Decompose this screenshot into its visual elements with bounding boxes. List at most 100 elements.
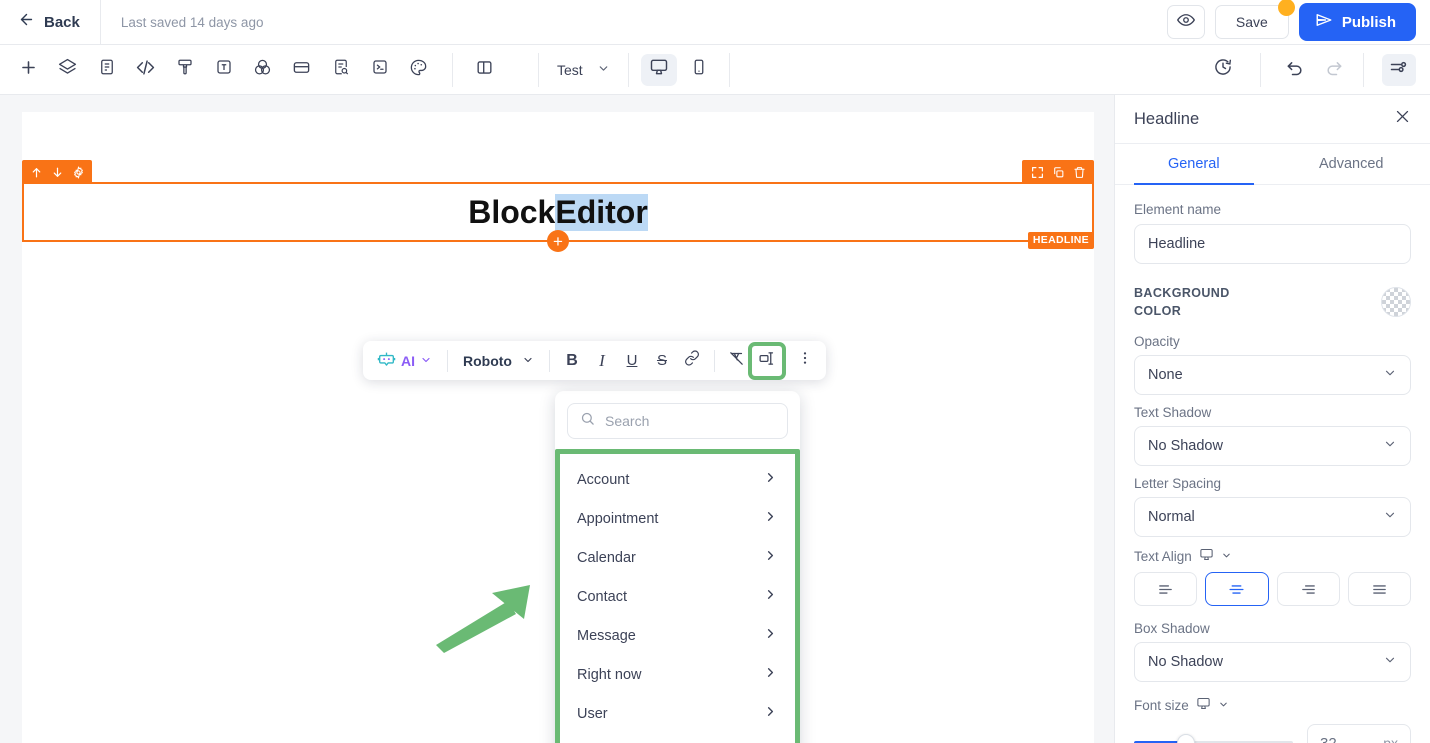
container-button[interactable] (282, 52, 321, 88)
dropdown-item-calendar[interactable]: Calendar (560, 538, 795, 577)
font-size-input[interactable]: 32 px (1307, 724, 1411, 743)
split-panel-button[interactable] (465, 52, 504, 88)
close-panel-button[interactable] (1394, 108, 1411, 130)
last-saved-text: Last saved 14 days ago (120, 14, 264, 30)
font-size-slider[interactable] (1134, 733, 1293, 743)
duplicate-button[interactable] (1048, 162, 1068, 182)
opacity-label: Opacity (1134, 334, 1180, 349)
tab-advanced[interactable]: Advanced (1273, 144, 1430, 184)
bold-icon: B (566, 351, 578, 369)
divider (452, 52, 453, 87)
block-handle-right (1022, 160, 1094, 184)
element-name-input[interactable]: Headline (1134, 224, 1411, 264)
settings-panel-button[interactable] (1382, 53, 1416, 86)
history-button[interactable] (1203, 52, 1242, 88)
font-size-value: 32 (1320, 734, 1337, 743)
clear-format-button[interactable] (722, 346, 752, 376)
document-button[interactable] (87, 52, 126, 88)
mobile-icon (690, 58, 708, 81)
palette-button[interactable] (399, 52, 438, 88)
desktop-view-button[interactable] (640, 53, 677, 86)
view-mode-select[interactable]: Test (539, 62, 628, 78)
headline-selected-text: Editor (555, 193, 648, 231)
dropdown-item-campaign[interactable]: Campaign (560, 733, 795, 743)
divider (1363, 52, 1364, 87)
link-button[interactable] (677, 346, 707, 376)
terminal-icon (371, 58, 389, 81)
dropdown-item-account[interactable]: Account (560, 460, 795, 499)
dropdown-item-label: Right now (577, 666, 642, 683)
move-down-button[interactable] (47, 162, 67, 182)
dropdown-item-label: Appointment (577, 510, 659, 527)
search-input[interactable] (605, 413, 775, 429)
divider (1260, 52, 1261, 87)
letter-spacing-field: Letter Spacing Normal (1134, 476, 1411, 537)
italic-button[interactable]: I (587, 346, 617, 376)
save-button[interactable]: Save (1214, 0, 1295, 39)
dropdown-item-right-now[interactable]: Right now (560, 655, 795, 694)
font-size-controls: 32 px (1134, 724, 1411, 743)
opacity-value: None (1148, 367, 1183, 383)
text-box-button[interactable] (204, 52, 243, 88)
eye-icon (1176, 11, 1195, 34)
chevron-down-icon[interactable] (1218, 698, 1229, 713)
dropdown-item-contact[interactable]: Contact (560, 577, 795, 616)
chevron-down-icon (1383, 366, 1397, 384)
strikethrough-button[interactable]: S (647, 346, 677, 376)
desktop-icon[interactable] (1196, 696, 1211, 714)
terminal-button[interactable] (360, 52, 399, 88)
desktop-icon[interactable] (1199, 547, 1214, 565)
background-color-swatch[interactable] (1381, 287, 1411, 317)
trash-button[interactable] (1069, 162, 1089, 182)
align-justify-button[interactable] (1347, 572, 1411, 606)
form-search-button[interactable] (321, 52, 360, 88)
font-family-select[interactable]: Roboto (455, 353, 542, 369)
opacity-select[interactable]: None (1134, 355, 1411, 395)
align-center-button[interactable] (1205, 572, 1269, 606)
selected-block-headline[interactable]: Block Editor HEADLINE + (22, 160, 1094, 252)
box-shadow-select[interactable]: No Shadow (1134, 642, 1411, 682)
tab-general[interactable]: General (1115, 144, 1273, 185)
merge-tag-button[interactable] (747, 341, 786, 380)
annotation-arrow (436, 585, 530, 653)
ai-button[interactable]: AI (369, 350, 440, 372)
preview-button[interactable] (1166, 5, 1205, 39)
mobile-view-button[interactable] (681, 54, 717, 86)
add-element-button[interactable] (9, 52, 48, 88)
dropdown-search-box[interactable] (567, 403, 788, 439)
move-up-button[interactable] (26, 162, 46, 182)
undo-button[interactable] (1275, 52, 1314, 88)
layers-button[interactable] (48, 52, 87, 88)
align-left-button[interactable] (1134, 572, 1198, 606)
history-icon (1213, 57, 1233, 82)
letter-spacing-select[interactable]: Normal (1134, 497, 1411, 537)
chevron-down-icon[interactable] (1221, 549, 1232, 564)
panel-tabs: General Advanced (1115, 144, 1430, 185)
align-right-button[interactable] (1276, 572, 1340, 606)
panel-header: Headline (1115, 95, 1430, 144)
add-block-below-button[interactable]: + (547, 230, 569, 252)
back-button[interactable]: Back (0, 0, 100, 44)
dropdown-item-label: Calendar (577, 549, 636, 566)
dropdown-item-appointment[interactable]: Appointment (560, 499, 795, 538)
send-icon (1315, 11, 1333, 33)
text-shadow-select[interactable]: No Shadow (1134, 426, 1411, 466)
brush-button[interactable] (165, 52, 204, 88)
venn-button[interactable] (243, 52, 282, 88)
expand-button[interactable] (1027, 162, 1047, 182)
underline-button[interactable]: U (617, 346, 647, 376)
dropdown-item-message[interactable]: Message (560, 616, 795, 655)
dropdown-item-user[interactable]: User (560, 694, 795, 733)
block-settings-button[interactable] (68, 162, 88, 182)
publish-button[interactable]: Publish (1298, 3, 1416, 41)
bold-button[interactable]: B (557, 346, 587, 376)
top-bar: Back Last saved 14 days ago Save Publish (0, 0, 1430, 45)
save-label: Save (1235, 14, 1268, 30)
slider-knob[interactable] (1177, 734, 1196, 743)
layers-icon (58, 58, 77, 82)
more-options-button[interactable] (790, 346, 820, 376)
redo-button[interactable] (1314, 52, 1353, 88)
editor-toolbar: Test (0, 45, 1430, 95)
code-button[interactable] (126, 52, 165, 88)
letter-spacing-label: Letter Spacing (1134, 476, 1222, 491)
